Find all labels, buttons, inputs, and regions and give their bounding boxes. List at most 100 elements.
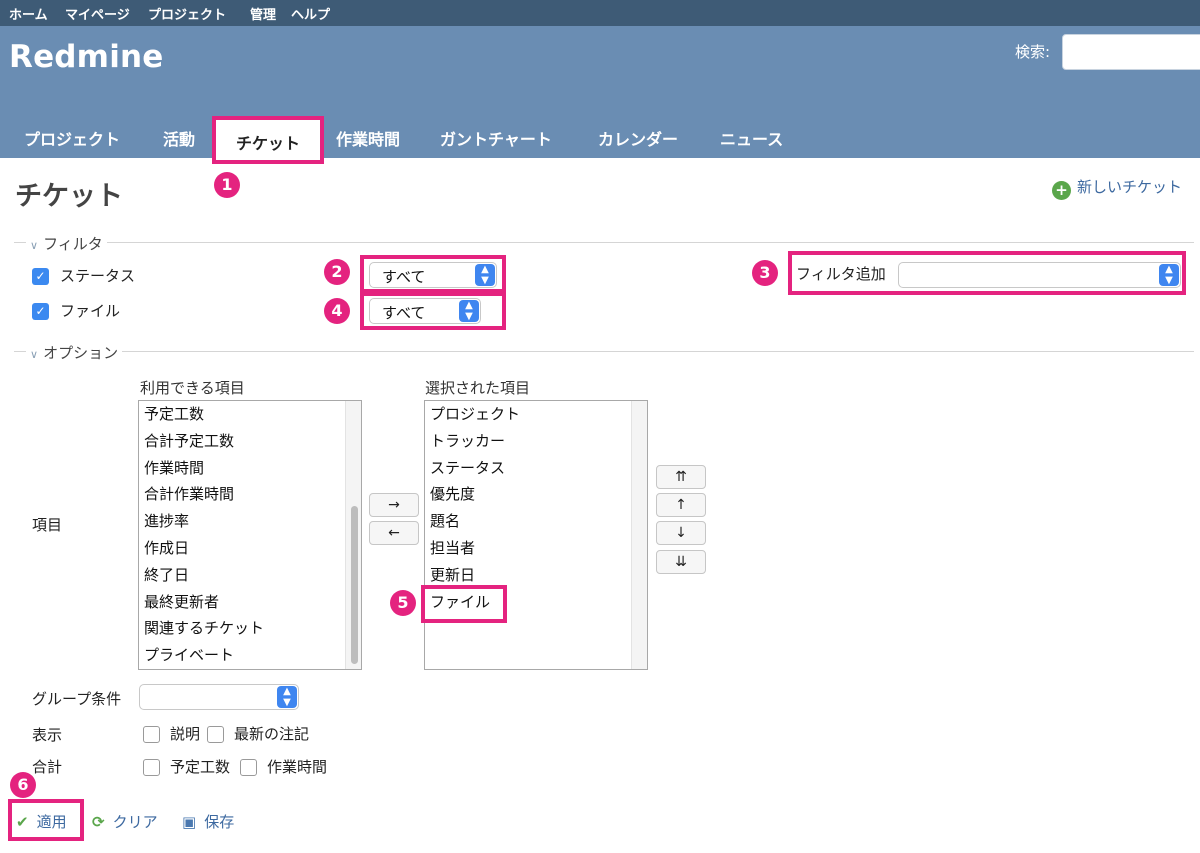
status-filter-checkbox[interactable]: ✓ bbox=[32, 268, 49, 285]
move-right-button[interactable]: → bbox=[369, 493, 419, 517]
app-title[interactable]: Redmine bbox=[9, 39, 164, 75]
show-last-notes-checkbox[interactable] bbox=[207, 726, 224, 743]
add-filter-select[interactable]: ▲ ▼ bbox=[898, 262, 1181, 288]
tab-issues[interactable]: チケット bbox=[212, 116, 324, 164]
filters-legend-label: フィルタ bbox=[43, 235, 103, 253]
select-arrows-icon: ▲ ▼ bbox=[475, 264, 495, 286]
top-menu: ホーム マイページ プロジェクト 管理 ヘルプ bbox=[0, 0, 1200, 26]
filters-legend[interactable]: ∨ フィルタ bbox=[26, 233, 107, 254]
tab-calendar[interactable]: カレンダー bbox=[598, 126, 678, 150]
tab-time-entries[interactable]: 作業時間 bbox=[336, 126, 400, 150]
top-menu-help[interactable]: ヘルプ bbox=[291, 4, 330, 23]
list-item[interactable]: 担当者 bbox=[425, 535, 647, 562]
list-item[interactable]: 作成日 bbox=[139, 535, 361, 562]
status-operator-value: すべて bbox=[382, 268, 426, 286]
file-operator-select[interactable]: すべて ▲ ▼ bbox=[369, 298, 481, 324]
select-arrows-icon: ▲ ▼ bbox=[1159, 264, 1179, 286]
group-by-label: グループ条件 bbox=[32, 690, 122, 708]
list-item[interactable]: 予定工数 bbox=[139, 401, 361, 428]
list-item[interactable]: 合計予定工数 bbox=[139, 428, 361, 455]
selected-columns-list[interactable]: プロジェクト トラッカー ステータス 優先度 題名 担当者 更新日 ファイル bbox=[424, 400, 648, 670]
reload-icon: ⟳ bbox=[92, 813, 105, 831]
callout-badge-6: 6 bbox=[10, 772, 36, 798]
select-arrows-icon: ▲ ▼ bbox=[277, 686, 297, 708]
list-item[interactable]: 関連するチケット bbox=[139, 615, 361, 642]
top-menu-my-page[interactable]: マイページ bbox=[65, 4, 130, 23]
save-button[interactable]: ▣ 保存 bbox=[182, 811, 234, 832]
scrollbar-thumb[interactable] bbox=[351, 506, 358, 664]
total-spent-hours-label: 作業時間 bbox=[267, 758, 328, 776]
save-label: 保存 bbox=[204, 813, 235, 831]
callout-badge-5: 5 bbox=[390, 590, 416, 616]
tab-gantt[interactable]: ガントチャート bbox=[440, 126, 552, 150]
clear-button[interactable]: ⟳ クリア bbox=[92, 811, 158, 832]
selected-columns-heading: 選択された項目 bbox=[425, 379, 531, 397]
show-label: 表示 bbox=[32, 726, 63, 744]
page-title: チケット bbox=[15, 181, 123, 212]
header: Redmine 検索: プロジェクト 活動 作業時間 ガントチャート カレンダー… bbox=[0, 26, 1200, 158]
file-filter-checkbox[interactable]: ✓ bbox=[32, 303, 49, 320]
list-item[interactable]: 終了日 bbox=[139, 562, 361, 589]
new-issue-label: 新しいチケット bbox=[1077, 178, 1183, 196]
callout-badge-2: 2 bbox=[324, 259, 350, 285]
show-description-checkbox[interactable] bbox=[143, 726, 160, 743]
filters-divider bbox=[14, 242, 1194, 243]
callout-badge-4: 4 bbox=[324, 298, 350, 324]
move-up-button[interactable]: ↑ bbox=[656, 493, 706, 517]
move-left-button[interactable]: ← bbox=[369, 521, 419, 545]
top-menu-projects[interactable]: プロジェクト bbox=[148, 4, 226, 23]
move-down-button[interactable]: ↓ bbox=[656, 521, 706, 545]
status-filter-label: ステータス bbox=[60, 267, 136, 285]
search-input[interactable] bbox=[1062, 34, 1200, 70]
top-menu-home[interactable]: ホーム bbox=[9, 4, 48, 23]
tab-news[interactable]: ニュース bbox=[720, 126, 783, 150]
file-filter-label: ファイル bbox=[60, 302, 121, 320]
tab-issues-label: チケット bbox=[235, 134, 300, 153]
top-menu-admin[interactable]: 管理 bbox=[250, 4, 276, 23]
list-item[interactable]: 最終更新者 bbox=[139, 589, 361, 616]
add-icon: + bbox=[1052, 181, 1071, 200]
totals-label: 合計 bbox=[32, 758, 63, 776]
columns-label: 項目 bbox=[32, 516, 63, 534]
list-item[interactable]: プロジェクト bbox=[425, 401, 647, 428]
apply-button[interactable]: ✔ 適用 bbox=[16, 811, 67, 832]
file-operator-value: すべて bbox=[382, 304, 426, 322]
available-columns-list[interactable]: 予定工数 合計予定工数 作業時間 合計作業時間 進捗率 作成日 終了日 最終更新… bbox=[138, 400, 362, 670]
total-spent-hours-checkbox[interactable] bbox=[240, 759, 257, 776]
tab-projects[interactable]: プロジェクト bbox=[24, 126, 120, 150]
new-issue-link[interactable]: + 新しいチケット bbox=[1052, 176, 1182, 200]
list-item[interactable]: 優先度 bbox=[425, 481, 647, 508]
tab-activity[interactable]: 活動 bbox=[163, 126, 195, 150]
callout-badge-1: 1 bbox=[214, 172, 240, 198]
list-item[interactable]: 合計作業時間 bbox=[139, 481, 361, 508]
selected-list-scrollbar[interactable] bbox=[631, 401, 647, 669]
move-bottom-button[interactable]: ⇊ bbox=[656, 550, 706, 574]
status-operator-select[interactable]: すべて ▲ ▼ bbox=[369, 262, 497, 288]
options-legend-label: オプション bbox=[43, 344, 119, 362]
callout-highlight-5 bbox=[421, 585, 507, 623]
chevron-down-icon: ∨ bbox=[30, 239, 39, 252]
list-item[interactable]: 進捗率 bbox=[139, 508, 361, 535]
chevron-down-icon: ∨ bbox=[30, 348, 39, 361]
move-top-button[interactable]: ⇈ bbox=[656, 465, 706, 489]
select-arrows-icon: ▲ ▼ bbox=[459, 300, 479, 322]
list-item[interactable]: 作業時間 bbox=[139, 455, 361, 482]
options-legend[interactable]: ∨ オプション bbox=[26, 342, 123, 363]
checkmark-icon: ✔ bbox=[16, 813, 29, 831]
add-filter-label: フィルタ追加 bbox=[796, 265, 886, 283]
available-columns-heading: 利用できる項目 bbox=[140, 379, 245, 397]
available-list-scrollbar[interactable] bbox=[345, 401, 361, 669]
list-item[interactable]: 題名 bbox=[425, 508, 647, 535]
list-item[interactable]: ステータス bbox=[425, 455, 647, 482]
list-item[interactable]: トラッカー bbox=[425, 428, 647, 455]
apply-label: 適用 bbox=[36, 813, 67, 831]
save-icon: ▣ bbox=[182, 813, 197, 831]
group-by-select[interactable]: ▲ ▼ bbox=[139, 684, 299, 710]
clear-label: クリア bbox=[112, 813, 158, 831]
list-item[interactable]: プライベート bbox=[139, 642, 361, 669]
total-estimated-hours-label: 予定工数 bbox=[170, 758, 231, 776]
total-estimated-hours-checkbox[interactable] bbox=[143, 759, 160, 776]
callout-badge-3: 3 bbox=[752, 260, 778, 286]
show-description-label: 説明 bbox=[170, 725, 201, 743]
show-last-notes-label: 最新の注記 bbox=[234, 725, 310, 743]
